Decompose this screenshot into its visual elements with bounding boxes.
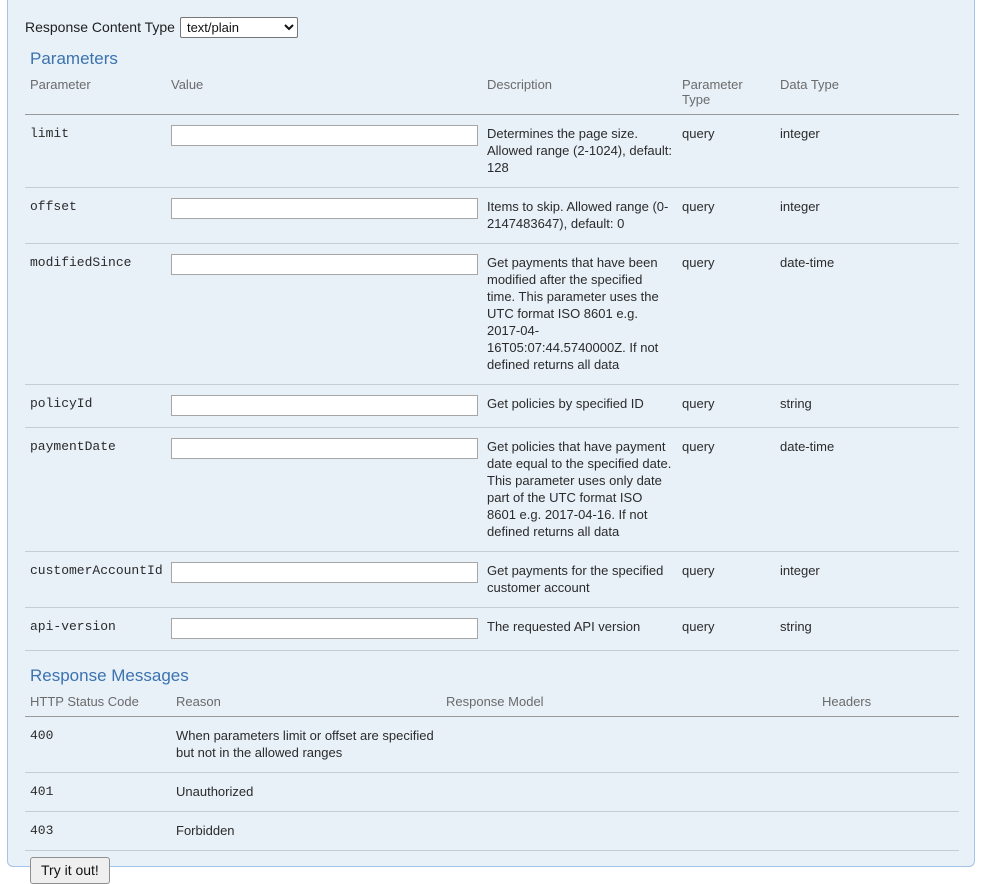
status-response-model	[441, 812, 817, 851]
status-reason: When parameters limit or offset are spec…	[171, 717, 441, 773]
parameter-type: query	[677, 115, 775, 188]
parameter-data-type: integer	[775, 115, 959, 188]
parameter-name: paymentDate	[25, 428, 166, 552]
parameter-name: modifiedSince	[25, 244, 166, 385]
parameter-type: query	[677, 428, 775, 552]
offset-input[interactable]	[171, 198, 478, 219]
http-status-code: 400	[25, 717, 171, 773]
table-row: limit Determines the page size. Allowed …	[25, 115, 959, 188]
parameter-description: Get policies that have payment date equa…	[482, 428, 677, 552]
parameter-data-type: integer	[775, 552, 959, 608]
response-messages-heading: Response Messages	[25, 651, 957, 691]
policyid-input[interactable]	[171, 395, 478, 416]
col-header-headers: Headers	[817, 691, 959, 717]
status-headers	[817, 812, 959, 851]
parameter-description: The requested API version	[482, 608, 677, 651]
table-row: 401 Unauthorized	[25, 773, 959, 812]
status-response-model	[441, 773, 817, 812]
parameter-type: query	[677, 244, 775, 385]
table-row: paymentDate Get policies that have payme…	[25, 428, 959, 552]
col-header-response-model: Response Model	[441, 691, 817, 717]
status-reason: Forbidden	[171, 812, 441, 851]
api-version-input[interactable]	[171, 618, 478, 639]
parameter-value-cell	[166, 188, 482, 244]
parameters-heading: Parameters	[25, 38, 957, 74]
table-row: 400 When parameters limit or offset are …	[25, 717, 959, 773]
parameter-value-cell	[166, 244, 482, 385]
response-messages-table-body: 400 When parameters limit or offset are …	[25, 717, 959, 851]
paymentdate-input[interactable]	[171, 438, 478, 459]
parameter-description: Get payments for the specified customer …	[482, 552, 677, 608]
parameter-data-type: date-time	[775, 428, 959, 552]
parameter-description: Determines the page size. Allowed range …	[482, 115, 677, 188]
col-header-parameter: Parameter	[25, 74, 166, 115]
response-content-type-select[interactable]: text/plain	[180, 17, 298, 38]
parameter-name: limit	[25, 115, 166, 188]
table-row: offset Items to skip. Allowed range (0-2…	[25, 188, 959, 244]
table-row: customerAccountId Get payments for the s…	[25, 552, 959, 608]
parameter-description: Get payments that have been modified aft…	[482, 244, 677, 385]
col-header-value: Value	[166, 74, 482, 115]
parameter-name: customerAccountId	[25, 552, 166, 608]
parameter-type: query	[677, 608, 775, 651]
http-status-code: 403	[25, 812, 171, 851]
http-status-code: 401	[25, 773, 171, 812]
col-header-reason: Reason	[171, 691, 441, 717]
col-header-parameter-type: Parameter Type	[677, 74, 775, 115]
try-it-out-button[interactable]: Try it out!	[30, 857, 110, 884]
table-row: api-version The requested API version qu…	[25, 608, 959, 651]
parameter-value-cell	[166, 385, 482, 428]
customeraccountid-input[interactable]	[171, 562, 478, 583]
parameter-type: query	[677, 552, 775, 608]
parameter-data-type: integer	[775, 188, 959, 244]
parameter-data-type: string	[775, 608, 959, 651]
parameter-type: query	[677, 188, 775, 244]
parameter-name: offset	[25, 188, 166, 244]
parameter-type: query	[677, 385, 775, 428]
table-row: modifiedSince Get payments that have bee…	[25, 244, 959, 385]
parameter-description: Get policies by specified ID	[482, 385, 677, 428]
status-response-model	[441, 717, 817, 773]
col-header-data-type: Data Type	[775, 74, 959, 115]
table-row: policyId Get policies by specified ID qu…	[25, 385, 959, 428]
parameter-value-cell	[166, 115, 482, 188]
status-headers	[817, 773, 959, 812]
col-header-http-status-code: HTTP Status Code	[25, 691, 171, 717]
modifiedsince-input[interactable]	[171, 254, 478, 275]
parameters-table-header-row: Parameter Value Description Parameter Ty…	[25, 74, 959, 115]
parameter-value-cell	[166, 428, 482, 552]
parameter-value-cell	[166, 552, 482, 608]
col-header-description: Description	[482, 74, 677, 115]
response-content-type-row: Response Content Type text/plain	[25, 0, 957, 38]
status-headers	[817, 717, 959, 773]
parameter-value-cell	[166, 608, 482, 651]
parameter-name: api-version	[25, 608, 166, 651]
response-messages-table: HTTP Status Code Reason Response Model H…	[25, 691, 959, 851]
operation-content-panel: Response Content Type text/plain Paramet…	[7, 0, 975, 867]
parameter-description: Items to skip. Allowed range (0-21474836…	[482, 188, 677, 244]
response-content-type-label: Response Content Type	[25, 17, 175, 37]
submit-row: Try it out!	[25, 851, 957, 884]
parameters-table: Parameter Value Description Parameter Ty…	[25, 74, 959, 651]
parameters-table-body: limit Determines the page size. Allowed …	[25, 115, 959, 651]
table-row: 403 Forbidden	[25, 812, 959, 851]
response-messages-header-row: HTTP Status Code Reason Response Model H…	[25, 691, 959, 717]
status-reason: Unauthorized	[171, 773, 441, 812]
parameter-data-type: date-time	[775, 244, 959, 385]
parameter-name: policyId	[25, 385, 166, 428]
limit-input[interactable]	[171, 125, 478, 146]
parameter-data-type: string	[775, 385, 959, 428]
